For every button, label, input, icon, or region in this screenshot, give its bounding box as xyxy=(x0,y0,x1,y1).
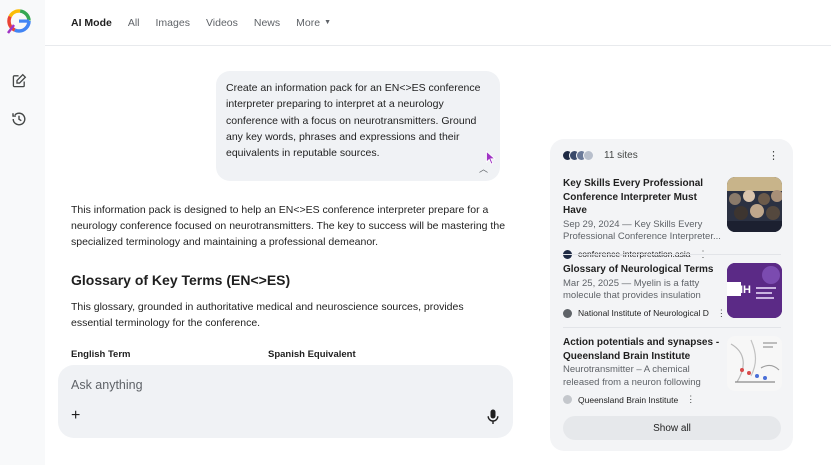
tab-ai-mode[interactable]: AI Mode xyxy=(71,17,112,29)
sources-count: 11 sites xyxy=(604,150,638,161)
source-card[interactable]: Key Skills Every Professional Conference… xyxy=(563,177,782,259)
favicon-icon xyxy=(583,150,594,161)
tab-news[interactable]: News xyxy=(254,17,280,29)
sources-panel: 11 sites ⋮ Key Skills Every Professional… xyxy=(550,139,793,451)
synapse-diagram-thumbnail[interactable] xyxy=(727,336,782,391)
tab-images[interactable]: Images xyxy=(156,17,190,29)
divider xyxy=(563,327,781,328)
source-site: Queensland Brain Institute ⋮ xyxy=(563,394,721,405)
glossary-intro: This glossary, grounded in authoritative… xyxy=(71,301,464,329)
more-vert-icon[interactable]: ⋮ xyxy=(717,308,726,319)
history-icon[interactable] xyxy=(10,110,28,128)
source-snippet: Neurotransmitter – A chemical released f… xyxy=(563,364,701,388)
divider xyxy=(563,254,781,255)
ai-response: This information pack is designed to hel… xyxy=(71,202,507,360)
tab-more[interactable]: More ▼ xyxy=(296,17,331,29)
plus-icon[interactable]: + xyxy=(71,408,80,424)
site-favicon-icon xyxy=(563,395,572,404)
response-intro: This information pack is designed to hel… xyxy=(71,204,506,248)
tab-all[interactable]: All xyxy=(128,17,140,29)
mouse-cursor-icon xyxy=(486,150,496,165)
site-favicon-icon xyxy=(563,308,572,318)
source-snippet: Mar 25, 2025 — Myelin is a fatty molecul… xyxy=(563,277,701,302)
caret-down-icon: ▼ xyxy=(324,19,332,26)
more-vert-icon[interactable]: ⋮ xyxy=(686,394,695,405)
source-snippet: Sep 29, 2024 — Key Skills Every Professi… xyxy=(563,218,721,243)
crowd-photo-thumbnail[interactable] xyxy=(727,177,782,232)
source-title[interactable]: Key Skills Every Professional Conference… xyxy=(563,177,721,218)
source-title[interactable]: Action potentials and synapses - Queensl… xyxy=(563,336,721,363)
microphone-icon[interactable] xyxy=(487,409,499,425)
tab-videos[interactable]: Videos xyxy=(206,17,238,29)
response-heading: Glossary of Key Terms (EN<>ES) xyxy=(71,272,291,288)
glossary-table-header: English Term Spanish Equivalent xyxy=(71,349,507,360)
sources-header: 11 sites xyxy=(562,150,638,161)
source-favicons xyxy=(562,150,594,161)
nih-logo-thumbnail[interactable]: NIH xyxy=(727,263,782,318)
ask-input[interactable] xyxy=(71,378,451,392)
source-title[interactable]: Glossary of Neurological Terms xyxy=(563,263,721,277)
user-message-bubble: Create an information pack for an EN<>ES… xyxy=(216,71,500,181)
new-thread-icon[interactable] xyxy=(10,71,28,89)
ask-bar: + xyxy=(58,365,513,438)
left-rail xyxy=(0,0,45,465)
source-card[interactable]: Action potentials and synapses - Queensl… xyxy=(563,336,782,408)
nih-logo-text: NIH xyxy=(732,284,751,296)
column-header-spanish: Spanish Equivalent xyxy=(268,349,356,360)
show-all-button[interactable]: Show all xyxy=(563,416,781,440)
more-vert-icon[interactable]: ⋮ xyxy=(768,151,779,162)
column-header-english: English Term xyxy=(71,349,131,360)
source-card[interactable]: Glossary of Neurological Terms Mar 25, 2… xyxy=(563,263,782,335)
google-logo[interactable] xyxy=(5,7,33,35)
source-site: National Institute of Neurological D ⋮ xyxy=(563,308,726,319)
user-message-text: Create an information pack for an EN<>ES… xyxy=(226,82,481,160)
top-nav: AI Mode All Images Videos News More ▼ xyxy=(45,0,831,46)
